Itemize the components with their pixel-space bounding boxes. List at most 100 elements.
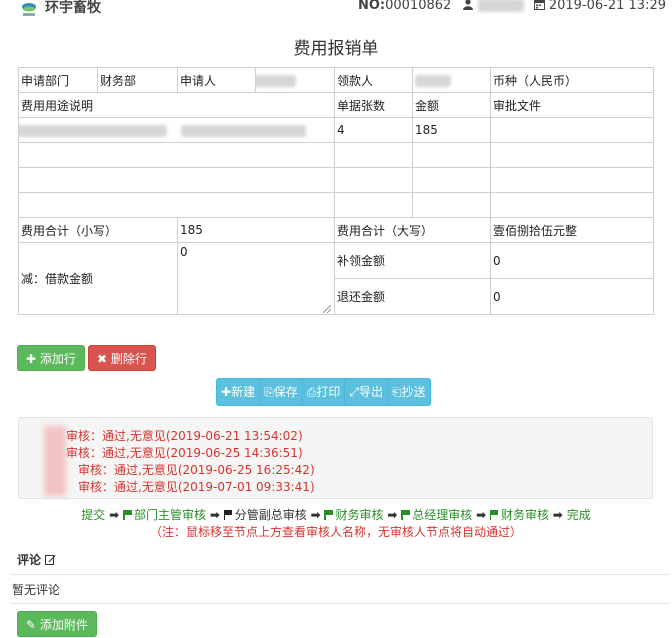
line-2-purpose[interactable] (18, 142, 335, 168)
expense-line-2 (18, 142, 654, 168)
delete-row-button[interactable]: ✖ 删除行 (88, 345, 156, 371)
applicant-value[interactable] (255, 67, 335, 93)
paperclip-icon: ✎ (26, 618, 37, 632)
arrow-right-icon: ➡ (552, 508, 563, 522)
comments-title: 评论 (17, 553, 42, 567)
line-1-count[interactable]: 4 (334, 117, 413, 143)
log-entry-1: 审核：通过,无意见(2019-06-21 13:54:02) (66, 429, 303, 443)
plus-icon: ✚ (221, 385, 232, 399)
loan-amount-textarea[interactable]: 0 (180, 244, 332, 314)
approval-flow: 提交 ➡ 部门主管审核 ➡ 分管副总审核 ➡ 财务审核 ➡ 总经理审核 ➡ 财务… (0, 506, 672, 523)
payee-redacted (415, 74, 451, 87)
expense-form-table: 申请部门 财务部 申请人 领款人 币种（人民币） 费用用途说明 单据张数 金额 … (18, 67, 654, 315)
doc-count-label: 单据张数 (334, 92, 413, 118)
line-4-count[interactable] (334, 192, 413, 218)
payee-value[interactable] (412, 67, 491, 93)
close-icon: ✖ (97, 352, 108, 366)
supplement-label: 补领金额 (334, 242, 491, 279)
purpose-label: 费用用途说明 (18, 92, 335, 118)
print-icon: ⎙ (306, 385, 317, 399)
flow-node-5[interactable]: 财务审核 (489, 508, 549, 522)
expand-icon: ⤢ (349, 385, 359, 399)
export-label: 导出 (358, 385, 383, 399)
line-1-purpose[interactable] (18, 117, 335, 143)
line-3-count[interactable] (334, 167, 413, 193)
applicant-label: 申请人 (177, 67, 256, 93)
new-button[interactable]: ✚新建 (217, 379, 261, 405)
add-attachment-label: 添加附件 (39, 618, 88, 632)
line-3-approval[interactable] (490, 167, 654, 193)
flow-node-1[interactable]: 部门主管审核 (123, 508, 206, 522)
approval-log: 审核：通过,无意见(2019-06-21 13:54:02) 审核：通过,无意见… (18, 417, 653, 499)
flow-step-1-label: 部门主管审核 (134, 508, 207, 522)
cc-button[interactable]: ⎗抄送 (388, 379, 430, 405)
flow-step-2-label: 分管副总审核 (234, 508, 307, 522)
flag-icon (123, 510, 132, 520)
arrow-right-icon: ➡ (109, 508, 120, 522)
flow-node-3[interactable]: 财务审核 (324, 508, 384, 522)
dept-value[interactable]: 财务部 (97, 67, 178, 93)
flow-step-5-label: 财务审核 (500, 508, 549, 522)
line-4-approval[interactable] (490, 192, 654, 218)
user-name-redacted (477, 0, 524, 12)
amount-label: 金额 (412, 92, 491, 118)
document-toolbar: ✚新建 ⎘保存 ⎙打印 ⤢导出 ⎗抄送 (216, 378, 431, 406)
supplement-value[interactable]: 0 (490, 242, 654, 279)
save-label: 保存 (273, 385, 298, 399)
dept-label: 申请部门 (18, 67, 98, 93)
delete-row-label: 删除行 (110, 352, 147, 366)
flag-icon (489, 510, 499, 520)
no-comments-text: 暂无评论 (12, 583, 61, 597)
expense-line-1: 4 185 (18, 117, 654, 143)
line-2-approval[interactable] (490, 142, 654, 168)
comments-heading: 评论 (17, 551, 56, 568)
line-3-purpose[interactable] (18, 167, 335, 193)
flow-node-2[interactable]: 分管副总审核 (223, 508, 307, 522)
print-button[interactable]: ⎙打印 (303, 379, 346, 405)
divider (10, 574, 670, 575)
resize-grip-icon[interactable] (323, 305, 331, 313)
refund-value[interactable]: 0 (490, 278, 654, 315)
line-4-purpose[interactable] (18, 192, 335, 218)
line-1-approval[interactable] (490, 117, 654, 143)
arrow-right-icon: ➡ (310, 508, 321, 522)
flag-icon (223, 510, 233, 520)
line-2-amount[interactable] (412, 142, 491, 168)
log-entry-2: 审核：通过,无意见(2019-06-25 14:36:51) (66, 446, 303, 460)
arrow-right-icon: ➡ (209, 508, 220, 522)
flow-node-4[interactable]: 总经理审核 (401, 508, 472, 522)
save-button[interactable]: ⎘保存 (260, 379, 303, 405)
add-attachment-button[interactable]: ✎ 添加附件 (17, 611, 97, 637)
cc-label: 抄送 (401, 385, 426, 399)
edit-icon[interactable] (45, 554, 56, 565)
form-row-header: 申请部门 财务部 申请人 领款人 币种（人民币） (18, 67, 654, 93)
plus-icon: ✚ (26, 352, 37, 366)
line-1-amount[interactable]: 185 (412, 117, 491, 143)
line-4-amount[interactable] (412, 192, 491, 218)
doc-date: 2019-06-21 13:29 (548, 0, 666, 13)
approver-names-redacted (44, 426, 66, 496)
approval-docs-label: 审批文件 (490, 92, 654, 118)
applicant-redacted (256, 74, 296, 87)
total-small-value: 185 (177, 217, 335, 243)
loan-amount-value: 0 (180, 245, 188, 259)
log-entry-3: 审核：通过,无意见(2019-06-25 16:25:42) (78, 463, 315, 477)
arrow-right-icon: ➡ (387, 508, 398, 522)
company-name: 环宇畜牧 (45, 0, 101, 16)
form-row-totals: 费用合计（小写） 185 费用合计（大写） 壹佰捌拾伍元整 (18, 217, 654, 243)
save-icon: ⎘ (264, 385, 274, 399)
add-row-button[interactable]: ✚ 添加行 (17, 345, 85, 371)
top-bar: 环宇畜牧 NO:00010862 2019-06-21 13:29 (0, 0, 672, 20)
new-label: 新建 (231, 385, 256, 399)
line-1-purpose-redacted-b (180, 124, 306, 137)
loan-cell: 0 (177, 242, 335, 315)
export-button[interactable]: ⤢导出 (345, 379, 388, 405)
print-label: 打印 (316, 385, 341, 399)
line-1-purpose-redacted-a (19, 124, 167, 137)
doc-number: 00010862 (385, 0, 452, 13)
flag-icon (401, 510, 410, 520)
loan-label: 减：借款金额 (18, 242, 178, 315)
line-3-amount[interactable] (412, 167, 491, 193)
line-2-count[interactable] (334, 142, 413, 168)
add-row-label: 添加行 (39, 352, 76, 366)
